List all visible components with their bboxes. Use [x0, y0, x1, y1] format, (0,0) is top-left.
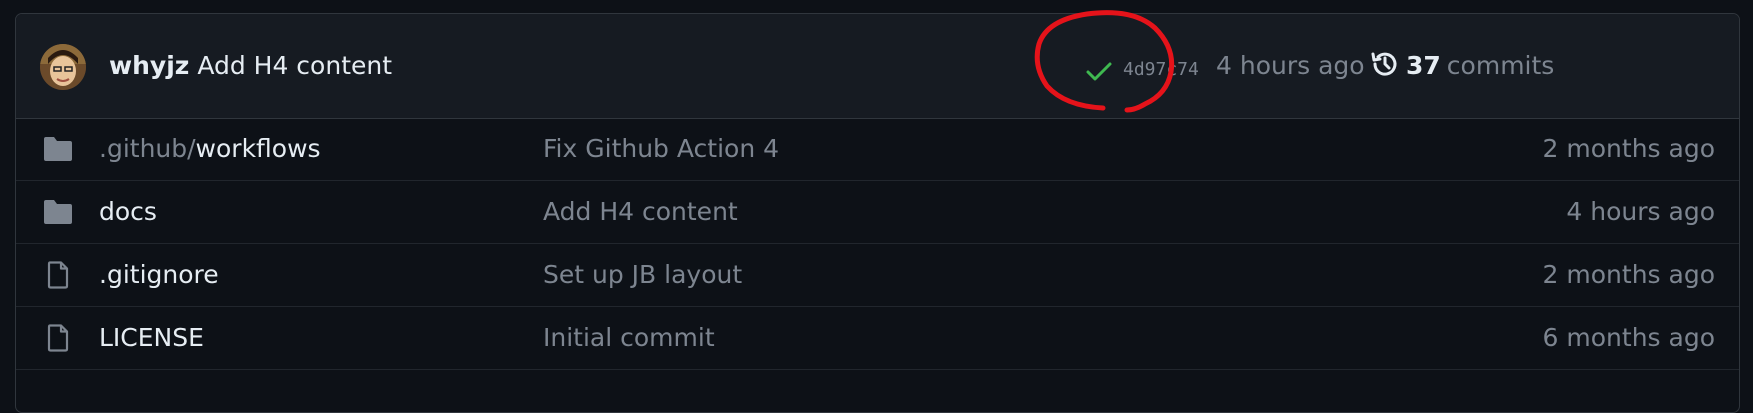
file-name-link[interactable]: .gitignore: [99, 257, 219, 293]
file-commit-time: 4 hours ago: [1566, 197, 1715, 226]
file-name: docs: [99, 197, 157, 226]
commit-sha-link[interactable]: 4d97c74: [1123, 52, 1199, 88]
check-icon[interactable]: [1085, 61, 1113, 83]
commit-message-link[interactable]: Add H4 content: [197, 51, 392, 80]
file-commit-message-link[interactable]: Add H4 content: [543, 194, 738, 230]
folder-icon: [42, 198, 74, 226]
commits-history-link[interactable]: 37 commits: [1406, 48, 1554, 84]
commit-summary: whyjz Add H4 content: [109, 48, 392, 84]
file-commit-time: 2 months ago: [1542, 134, 1715, 163]
file-icon: [42, 261, 74, 289]
file-commit-message-link[interactable]: Fix Github Action 4: [543, 131, 779, 167]
file-row: .github/workflows Fix Github Action 4 2 …: [16, 118, 1739, 181]
file-name-link[interactable]: LICENSE: [99, 320, 204, 356]
file-commit-message-link[interactable]: Set up JB layout: [543, 257, 742, 293]
file-name-prefix: .github/: [99, 134, 196, 163]
history-icon[interactable]: [1369, 48, 1401, 80]
avatar[interactable]: [40, 44, 86, 90]
file-icon: [42, 324, 74, 352]
file-name: LICENSE: [99, 323, 204, 352]
file-name-link[interactable]: .github/workflows: [99, 131, 321, 167]
file-row: docs Add H4 content 4 hours ago: [16, 181, 1739, 244]
commit-time: 4 hours ago: [1216, 51, 1365, 80]
file-commit-time: 6 months ago: [1542, 323, 1715, 352]
commit-author-link[interactable]: whyjz: [109, 51, 189, 80]
file-name: .gitignore: [99, 260, 219, 289]
file-name: workflows: [195, 134, 321, 163]
latest-commit-bar: whyjz Add H4 content 4d97c74 4 hours ago …: [16, 14, 1739, 119]
file-row: LICENSE Initial commit 6 months ago: [16, 307, 1739, 370]
file-row: .gitignore Set up JB layout 2 months ago: [16, 244, 1739, 307]
file-browser: whyjz Add H4 content 4d97c74 4 hours ago …: [15, 13, 1740, 413]
folder-icon: [42, 135, 74, 163]
commits-count: 37: [1406, 51, 1441, 80]
file-name-link[interactable]: docs: [99, 194, 157, 230]
commits-label: commits: [1446, 51, 1555, 80]
file-commit-message-link[interactable]: Initial commit: [543, 320, 715, 356]
file-commit-time: 2 months ago: [1542, 260, 1715, 289]
